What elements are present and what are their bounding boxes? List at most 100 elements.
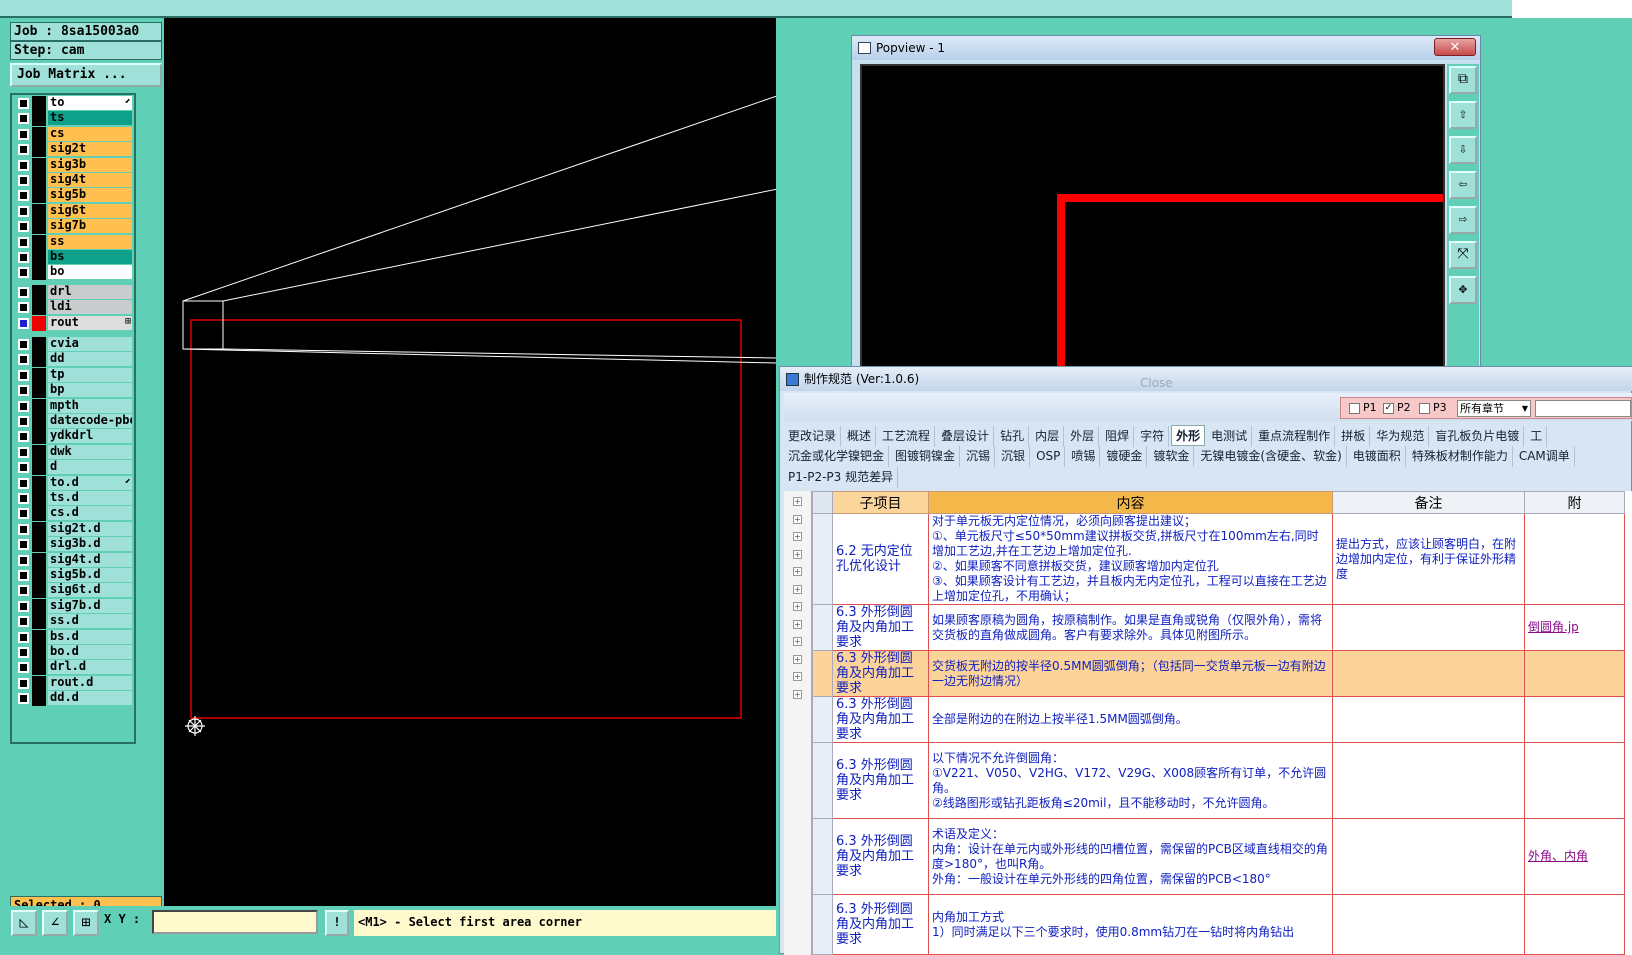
tab-tabs_row1-7[interactable]: 阻焊: [1101, 426, 1135, 447]
layer-name[interactable]: ss.d: [48, 614, 132, 629]
layer-row[interactable]: bp: [16, 383, 132, 399]
layer-checkbox[interactable]: [18, 144, 29, 156]
tab-tabs_row1-0[interactable]: 更改记录: [784, 426, 842, 447]
layer-checkbox[interactable]: [18, 570, 29, 581]
expand-icon[interactable]: +: [793, 549, 802, 559]
job-matrix-button[interactable]: Job Matrix ...: [10, 63, 162, 87]
pan-down-icon[interactable]: ⇩: [1449, 136, 1477, 164]
layer-checkbox[interactable]: [18, 677, 29, 689]
layer-row[interactable]: cs: [16, 126, 132, 142]
p3-checkbox[interactable]: [1419, 403, 1430, 414]
layer-name[interactable]: sig4t.d: [48, 552, 132, 567]
tab-tabs_row2-10[interactable]: 特殊板材制作能力: [1408, 446, 1513, 467]
row-selector[interactable]: [812, 604, 833, 651]
layer-row[interactable]: drl: [16, 285, 132, 300]
tab-tabs_row1-13[interactable]: 华为规范: [1372, 426, 1430, 447]
graphics-canvas[interactable]: [164, 18, 853, 906]
tab-tabs_row2-6[interactable]: 镀硬金: [1102, 446, 1148, 467]
layer-checkbox[interactable]: [18, 493, 29, 504]
layer-row[interactable]: sig2t.d: [16, 521, 132, 537]
layer-name[interactable]: bs: [48, 250, 132, 264]
layer-name[interactable]: mpth: [48, 398, 132, 413]
zoom-out-icon[interactable]: ⤧: [1449, 241, 1477, 269]
layer-name[interactable]: ydkdrl: [48, 429, 132, 444]
layer-row[interactable]: sig3b: [16, 157, 132, 173]
pan-right-icon[interactable]: ⇨: [1449, 206, 1477, 234]
layer-name[interactable]: drl: [48, 285, 132, 299]
layer-checkbox[interactable]: [18, 400, 29, 412]
cell-attachment[interactable]: [1524, 894, 1625, 955]
tab-tabs_row1-12[interactable]: 拼板: [1337, 426, 1371, 447]
layer-row[interactable]: dwk: [16, 444, 132, 460]
layer-checkbox[interactable]: [18, 462, 29, 474]
layer-row[interactable]: ts.d: [16, 491, 132, 506]
layer-checkbox[interactable]: [18, 287, 29, 298]
layer-name[interactable]: bo.d: [48, 645, 132, 659]
layer-checkbox[interactable]: [18, 236, 29, 248]
layer-row[interactable]: dd.d: [16, 691, 132, 707]
layer-name[interactable]: tp: [48, 367, 132, 382]
layer-checkbox[interactable]: [18, 175, 29, 186]
layer-name[interactable]: dwk: [48, 444, 132, 459]
layer-checkbox[interactable]: [18, 354, 29, 366]
layer-checkbox[interactable]: [18, 302, 29, 314]
layer-row[interactable]: sig7b: [16, 219, 132, 235]
layer-checkbox[interactable]: [18, 416, 29, 427]
zoom-in-icon[interactable]: ✥: [1449, 276, 1477, 304]
layer-row[interactable]: ss: [16, 234, 132, 250]
layer-name[interactable]: cs: [48, 126, 132, 141]
layer-row[interactable]: sig4t.d: [16, 552, 132, 568]
layer-row[interactable]: sig6t: [16, 203, 132, 219]
layer-row[interactable]: cs.d: [16, 506, 132, 522]
layer-row[interactable]: cvia: [16, 337, 132, 352]
layer-row[interactable]: to.d ⬋: [16, 475, 132, 491]
p1-checkbox[interactable]: [1349, 403, 1360, 414]
xy-input[interactable]: [152, 910, 318, 934]
expand-icon[interactable]: +: [793, 532, 802, 541]
tab-tabs_row1-10[interactable]: 电测试: [1207, 426, 1253, 447]
layer-row[interactable]: rout.d: [16, 675, 132, 691]
layer-checkbox[interactable]: [18, 647, 29, 658]
layer-row[interactable]: to ⬋: [16, 96, 132, 111]
layer-checkbox[interactable]: [18, 159, 29, 171]
tab-tabs_row1-8[interactable]: 字符: [1136, 426, 1170, 447]
layer-row[interactable]: tp: [16, 367, 132, 383]
cell-attachment[interactable]: [1524, 650, 1625, 697]
layer-name[interactable]: rout: [48, 315, 132, 330]
layer-name[interactable]: ss: [48, 234, 132, 249]
table-row[interactable]: 6.3 外形倒圆角及内角加工要求 交货板无附边的按半径0.5MM圆弧倒角；（包括同…: [812, 650, 1625, 697]
layer-row[interactable]: sig7b.d: [16, 598, 132, 614]
header-attach[interactable]: 附: [1524, 491, 1625, 514]
layer-checkbox[interactable]: [18, 98, 29, 109]
table-row[interactable]: 6.3 外形倒圆角及内角加工要求 如果顾客原稿为圆角，按原稿制作。如果是直角或锐角…: [812, 604, 1625, 651]
cell-attachment[interactable]: 倒圆角.jp: [1524, 604, 1625, 651]
layer-name[interactable]: cvia: [48, 337, 132, 351]
header-note[interactable]: 备注: [1332, 491, 1525, 514]
layer-name[interactable]: to.d: [48, 475, 132, 490]
layer-checkbox[interactable]: [18, 631, 29, 643]
layer-checkbox[interactable]: [18, 113, 29, 125]
layer-name[interactable]: sig6t.d: [48, 583, 132, 598]
layer-checkbox[interactable]: [18, 662, 29, 674]
layer-row[interactable]: sig3b.d: [16, 537, 132, 553]
tab-tabs_row1-9[interactable]: 外形: [1171, 425, 1206, 446]
tab-tabs_row2-5[interactable]: 喷锡: [1067, 446, 1101, 467]
tab-tabs_row2-4[interactable]: OSP: [1032, 446, 1066, 467]
layer-row[interactable]: ydkdrl: [16, 429, 132, 445]
layer-row[interactable]: bo.d: [16, 645, 132, 660]
layer-row[interactable]: sig2t: [16, 142, 132, 158]
measure-tool-icon[interactable]: ◺: [11, 910, 37, 936]
layer-row[interactable]: ts: [16, 111, 132, 127]
table-row[interactable]: 6.3 外形倒圆角及内角加工要求 全部是附边的在附边上按半径1.5MM圆弧倒角。: [812, 696, 1625, 743]
angle-tool-icon[interactable]: ∠: [42, 910, 68, 936]
tab-tabs_row2-0[interactable]: 沉金或化学镍钯金: [784, 446, 890, 467]
cell-attachment[interactable]: [1524, 696, 1625, 743]
layer-name[interactable]: bp: [48, 383, 132, 398]
layer-row[interactable]: dd: [16, 352, 132, 368]
layer-name[interactable]: ts.d: [48, 491, 132, 505]
expand-icon[interactable]: +: [793, 619, 802, 629]
chapter-select[interactable]: 所有章节: [1457, 400, 1531, 417]
layer-checkbox[interactable]: [18, 128, 29, 140]
layer-row[interactable]: bo: [16, 265, 132, 281]
layer-checkbox[interactable]: [18, 508, 29, 520]
